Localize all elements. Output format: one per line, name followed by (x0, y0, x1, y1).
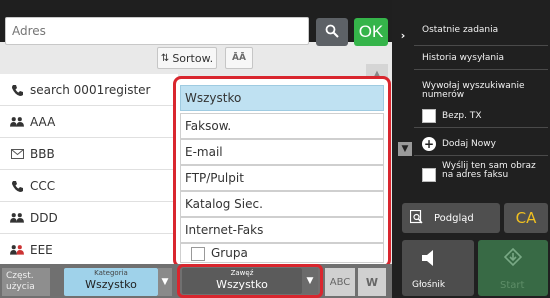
frequent-use-button[interactable]: Częst. użycia (2, 268, 50, 296)
start-label: Start (500, 280, 525, 291)
dropdown-option-label: Faksow. (185, 119, 232, 133)
phone-fax-icon (10, 179, 24, 193)
group-icon (10, 211, 24, 225)
dropdown-option-label: Grupa (211, 246, 248, 260)
phone-fax-icon (10, 83, 24, 97)
narrow-dropdown: Wszystko Faksow. E-mail FTP/Pulpit Katal… (173, 76, 391, 268)
category-select[interactable]: Kategoria Wszystko (64, 268, 158, 296)
dropdown-option[interactable]: Katalog Siec. (180, 191, 384, 217)
recent-jobs-item[interactable]: Ostatnie zadania (414, 24, 548, 46)
category-caption: Kategoria (94, 269, 128, 277)
narrow-caption: Zawęź (230, 269, 254, 277)
list-item-label: EEE (30, 242, 53, 257)
list-item[interactable]: AAA (0, 106, 178, 138)
sort-label: Sortow. (172, 51, 214, 65)
abc-index-button[interactable]: ABC (325, 268, 355, 296)
email-icon (10, 147, 24, 161)
text-size-icon: ĀĀ (232, 53, 246, 63)
speaker-icon (420, 248, 440, 272)
dropdown-option-label: FTP/Pulpit (185, 171, 244, 185)
side-collapse-button[interactable]: ▼ (398, 142, 412, 156)
chevron-right-icon[interactable]: › (396, 28, 410, 42)
dropdown-option[interactable]: Grupa (180, 243, 384, 263)
send-same-image-item[interactable]: Wyślij ten sam obraz na adres faksu (414, 162, 548, 192)
dropdown-option-label: Katalog Siec. (185, 197, 263, 211)
list-item-label: search 0001register (30, 82, 151, 97)
preview-icon (409, 209, 424, 227)
list-item[interactable]: search 0001register (0, 74, 178, 106)
ca-button[interactable]: CA (504, 203, 548, 233)
send-same-image-label: Wyślij ten sam obraz na adres faksu (442, 161, 536, 180)
group-icon (10, 115, 24, 129)
address-input[interactable] (5, 17, 309, 45)
preview-button[interactable]: Podgląd (402, 203, 500, 233)
send-history-label: Historia wysyłania (422, 53, 505, 63)
address-list: search 0001register AAA BBB CCC DDD EEE (0, 74, 178, 266)
speaker-label: Głośnik (412, 280, 446, 290)
dropdown-option[interactable]: FTP/Pulpit (180, 165, 384, 191)
recent-jobs-label: Ostatnie zadania (422, 25, 499, 35)
bcc-tx-label: Bezp. TX (442, 111, 482, 121)
add-new-label: Dodaj Nowy (442, 139, 496, 149)
search-icon (325, 23, 339, 42)
send-same-image-checkbox[interactable] (422, 168, 436, 182)
chevron-down-icon: ▼ (401, 144, 409, 154)
list-item-label: BBB (30, 146, 55, 161)
global-search-item[interactable]: Wywołaj wyszukiwanie numerów (414, 82, 548, 106)
plus-icon: + (422, 137, 436, 151)
w-index-button[interactable]: W (358, 268, 386, 296)
send-history-item[interactable]: Historia wysyłania (414, 48, 548, 70)
list-item[interactable]: DDD (0, 202, 178, 234)
list-item-label: AAA (30, 114, 56, 129)
chevron-down-icon: ▼ (161, 277, 169, 287)
dropdown-option[interactable]: E-mail (180, 139, 384, 165)
sort-button[interactable]: ⇅ Sortow. (157, 47, 217, 69)
dropdown-option-label: Internet-Faks (185, 223, 264, 237)
search-button[interactable] (316, 18, 348, 46)
group-icon (10, 243, 24, 257)
category-dropdown-button[interactable]: ▼ (158, 268, 172, 296)
group-checkbox (191, 247, 205, 261)
bcc-tx-item[interactable]: Bezp. TX (414, 106, 548, 128)
list-item-label: CCC (30, 178, 56, 193)
dropdown-option-label: Wszystko (185, 91, 242, 105)
dropdown-option[interactable]: Internet-Faks (180, 217, 384, 243)
category-value: Wszystko (85, 278, 137, 291)
chevron-down-icon: ▼ (306, 276, 314, 286)
dropdown-option[interactable]: Wszystko (180, 85, 384, 111)
start-icon (503, 247, 523, 270)
list-item[interactable]: CCC (0, 170, 178, 202)
narrow-value: Wszystko (216, 278, 268, 291)
view-toggle-button[interactable]: ĀĀ (225, 47, 253, 69)
list-item[interactable]: BBB (0, 138, 178, 170)
list-item-label: DDD (30, 210, 58, 225)
narrow-dropdown-button[interactable]: ▼ (302, 268, 318, 294)
preview-label: Podgląd (434, 212, 474, 224)
narrow-select[interactable]: Zawęź Wszystko (182, 268, 302, 294)
dropdown-option-label: E-mail (185, 145, 223, 159)
list-item[interactable]: EEE (0, 234, 178, 266)
ok-button[interactable]: OK (354, 18, 388, 46)
dropdown-option[interactable]: Faksow. (180, 113, 384, 139)
bcc-tx-checkbox[interactable] (422, 109, 436, 123)
global-search-label: Wywołaj wyszukiwanie numerów (422, 81, 525, 100)
sort-icon: ⇅ (160, 52, 170, 64)
